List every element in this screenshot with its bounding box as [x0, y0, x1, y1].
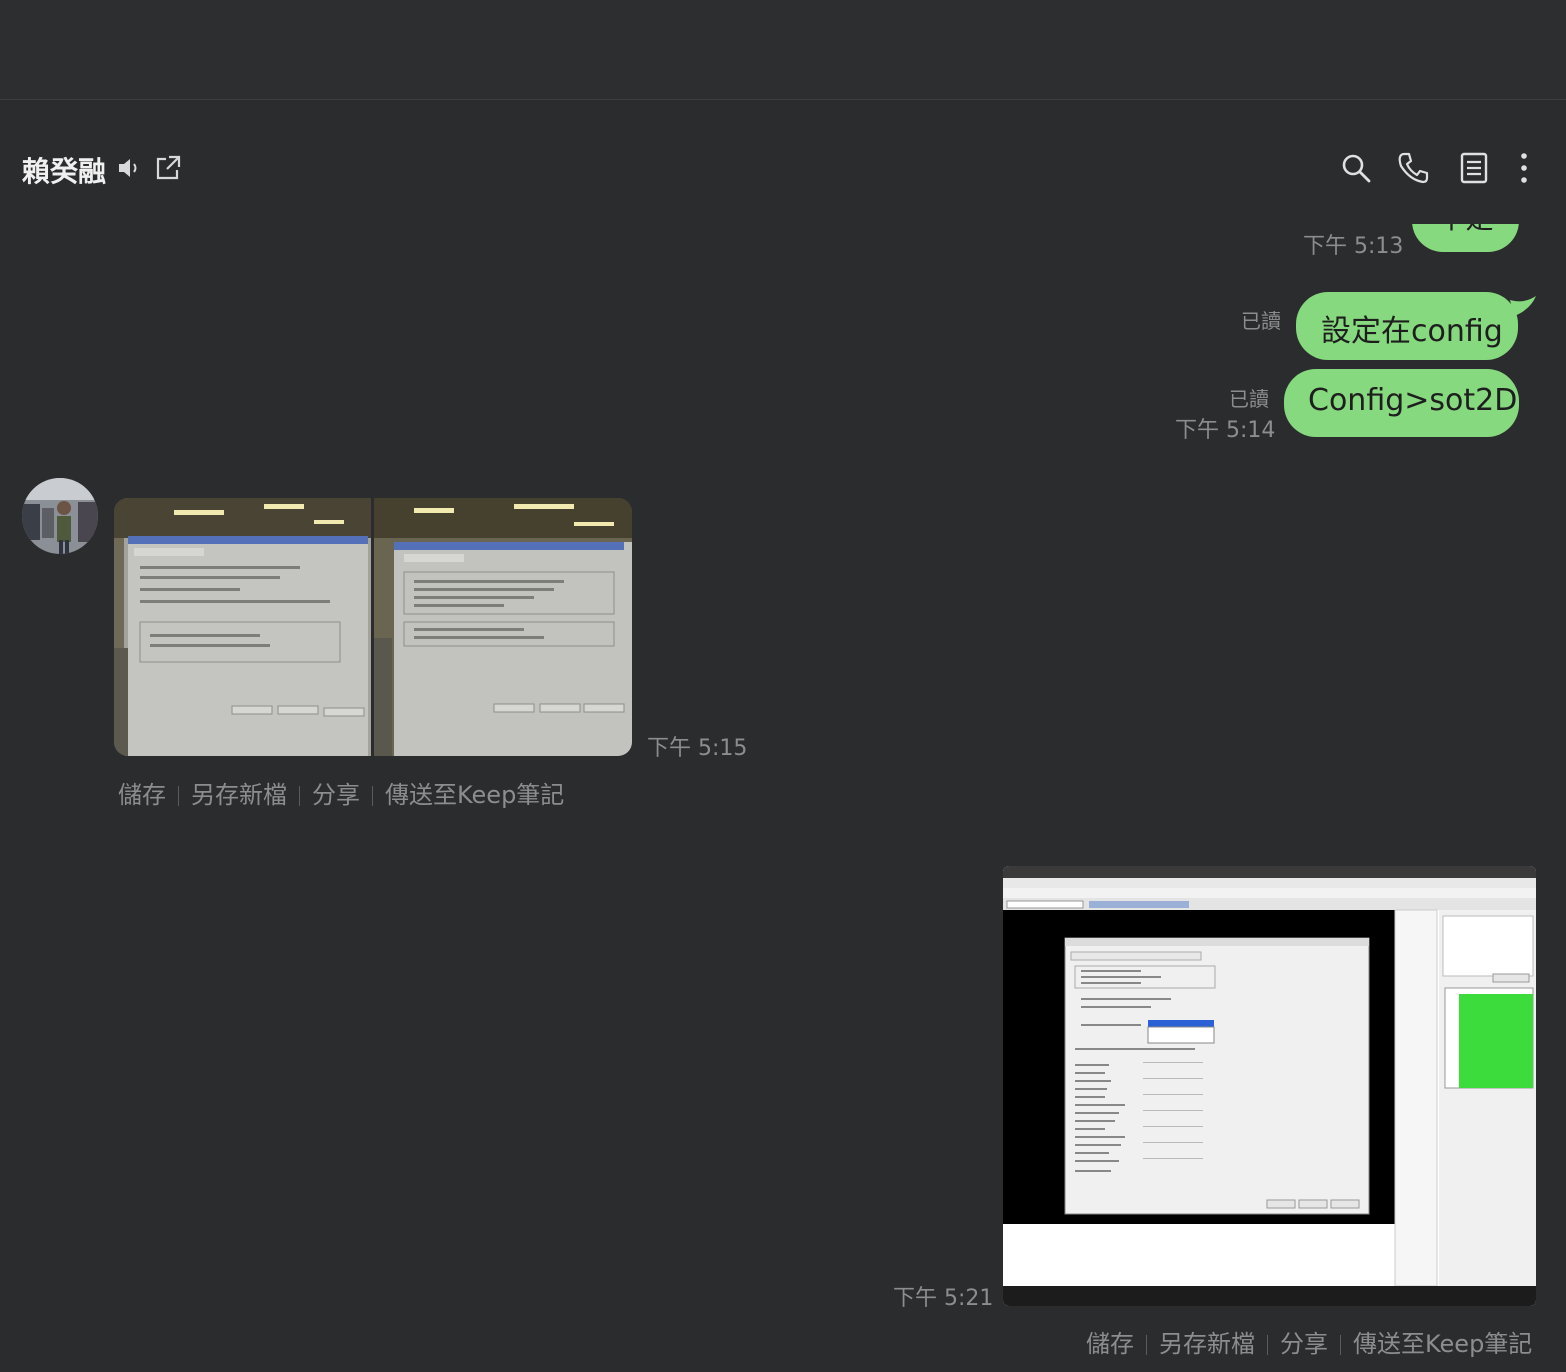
divider [299, 786, 300, 806]
more-vertical-icon[interactable] [1516, 152, 1532, 184]
message-time: 下午 5:14 [1175, 418, 1276, 443]
message-time: 下午 5:13 [1303, 234, 1404, 259]
message-text: Config>sot2D [1308, 383, 1518, 418]
open-external-icon[interactable] [154, 154, 182, 182]
message-bubble-partial[interactable]: 不是 [1412, 224, 1519, 252]
message-time: 下午 5:21 [893, 1286, 994, 1311]
screenshot-attachment[interactable] [1003, 866, 1536, 1306]
divider [1340, 1335, 1341, 1355]
search-icon[interactable] [1340, 152, 1372, 184]
read-receipt: 已讀 [1241, 309, 1281, 333]
read-receipt: 已讀 [1229, 387, 1269, 411]
speaker-icon[interactable] [116, 155, 142, 181]
share-button[interactable]: 分享 [312, 781, 360, 809]
phone-icon[interactable] [1397, 151, 1431, 185]
message-text: 設定在config [1321, 314, 1503, 349]
chat-header [0, 100, 1566, 224]
share-button[interactable]: 分享 [1280, 1330, 1328, 1358]
save-button[interactable]: 儲存 [118, 781, 166, 809]
send-to-keep-button[interactable]: 傳送至Keep筆記 [385, 781, 564, 809]
divider [372, 786, 373, 806]
bubble-tail-icon [1510, 296, 1538, 328]
contact-name[interactable]: 賴癸融 [22, 150, 106, 190]
message-text: 不是 [1412, 224, 1519, 234]
notes-icon[interactable] [1460, 152, 1488, 184]
divider [1267, 1335, 1268, 1355]
message-time: 下午 5:15 [647, 736, 748, 761]
window-top-bar [0, 0, 1566, 100]
image-actions: 儲存 另存新檔 分享 傳送至Keep筆記 [118, 775, 564, 810]
image-actions: 儲存 另存新檔 分享 傳送至Keep筆記 [1086, 1324, 1532, 1359]
save-button[interactable]: 儲存 [1086, 1330, 1134, 1358]
save-as-button[interactable]: 另存新檔 [1159, 1330, 1255, 1358]
message-bubble[interactable]: 設定在config [1296, 292, 1518, 360]
divider [1146, 1335, 1147, 1355]
message-bubble[interactable]: Config>sot2D [1284, 369, 1519, 437]
send-to-keep-button[interactable]: 傳送至Keep筆記 [1353, 1330, 1532, 1358]
divider [178, 786, 179, 806]
photo-attachment[interactable] [114, 498, 632, 756]
save-as-button[interactable]: 另存新檔 [191, 781, 287, 809]
avatar[interactable] [22, 478, 98, 554]
